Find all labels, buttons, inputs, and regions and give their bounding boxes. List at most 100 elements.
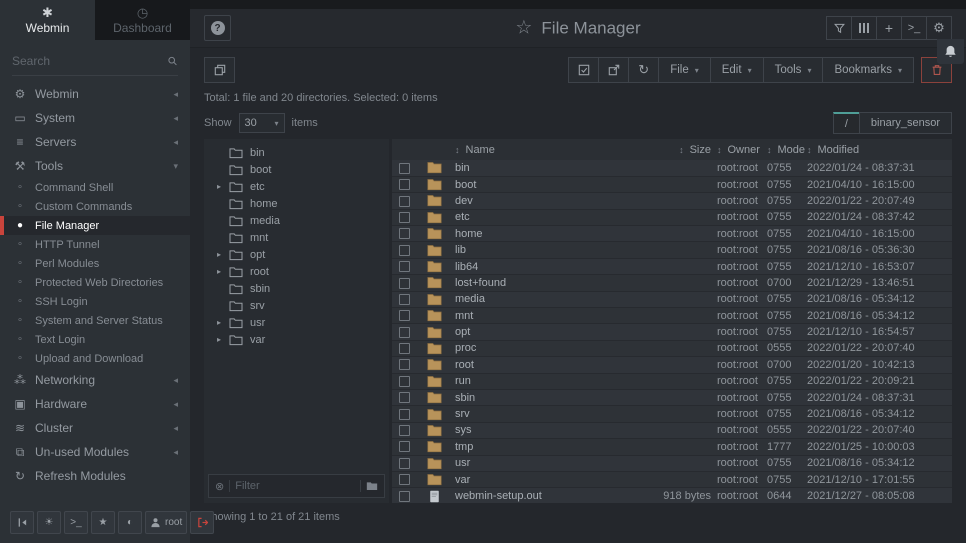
sort-icon[interactable]: ↕	[807, 145, 812, 155]
sidebar-menu-item[interactable]: ∘ Custom Commands	[0, 197, 190, 216]
tree-item[interactable]: ▸ var	[204, 331, 389, 348]
table-row[interactable]: lib root:root 0755 2021/08/16 - 05:36:30	[392, 242, 952, 258]
table-row[interactable]: home root:root 0755 2021/04/10 - 16:15:0…	[392, 226, 952, 242]
caret-right-icon[interactable]: ▸	[217, 335, 227, 344]
table-row[interactable]: tmp root:root 1777 2022/01/25 - 10:00:03	[392, 439, 952, 455]
table-row[interactable]: etc root:root 0755 2022/01/24 - 08:37:42	[392, 209, 952, 225]
sort-icon[interactable]: ↕	[767, 145, 772, 155]
tree-item[interactable]: ▸ root	[204, 263, 389, 280]
tree-item[interactable]: ▸ opt	[204, 246, 389, 263]
theme-toggle-button[interactable]: ☀	[37, 511, 61, 534]
sidebar-menu-item[interactable]: ⁂ ∘ Networking ◂	[0, 368, 190, 392]
folder-icon[interactable]	[366, 481, 378, 491]
sidebar-menu-item[interactable]: ∘ HTTP Tunnel	[0, 235, 190, 254]
edit-menu-button[interactable]: Edit ▾	[710, 57, 764, 83]
row-checkbox[interactable]	[399, 425, 410, 436]
path-segment-button[interactable]: binary_sensor	[859, 112, 952, 134]
sidebar-menu-item[interactable]: ● File Manager	[0, 216, 190, 235]
header-modified[interactable]: ↕Modified	[804, 139, 952, 160]
sidebar-menu-item[interactable]: ▭ ∘ System ◂	[0, 106, 190, 130]
tree-item[interactable]: mnt	[204, 229, 389, 246]
row-checkbox[interactable]	[399, 163, 410, 174]
user-button[interactable]: root	[145, 511, 187, 534]
row-checkbox[interactable]	[399, 310, 410, 321]
table-row[interactable]: sys root:root 0555 2022/01/22 - 20:07:40	[392, 422, 952, 438]
collapse-sidebar-button[interactable]	[10, 511, 34, 534]
filter-button[interactable]	[826, 16, 852, 40]
tree-item[interactable]: sbin	[204, 280, 389, 297]
sidebar-menu-item[interactable]: ▣ ∘ Hardware ◂	[0, 392, 190, 416]
sidebar-menu-item[interactable]: ↻ ∘ Refresh Modules	[0, 464, 190, 488]
table-row[interactable]: lib64 root:root 0755 2021/12/10 - 16:53:…	[392, 258, 952, 274]
select-all-button[interactable]	[568, 57, 599, 83]
table-row[interactable]: root root:root 0700 2022/01/20 - 10:42:1…	[392, 357, 952, 373]
row-checkbox[interactable]	[399, 392, 410, 403]
caret-right-icon[interactable]: ▸	[217, 267, 227, 276]
path-root-button[interactable]: /	[833, 112, 860, 134]
tab-dashboard[interactable]: ◷ Dashboard	[95, 0, 190, 40]
help-button[interactable]: ?	[204, 15, 231, 41]
table-row[interactable]: usr root:root 0755 2021/08/16 - 05:34:12	[392, 455, 952, 471]
table-row[interactable]: media root:root 0755 2021/08/16 - 05:34:…	[392, 291, 952, 307]
row-checkbox[interactable]	[399, 294, 410, 305]
table-row[interactable]: mnt root:root 0755 2021/08/16 - 05:34:12	[392, 308, 952, 324]
settings-button[interactable]: ⚙	[926, 16, 952, 40]
sidebar-menu-item[interactable]: ≋ ∘ Cluster ◂	[0, 416, 190, 440]
row-checkbox[interactable]	[399, 441, 410, 452]
tree-filter-input[interactable]	[235, 480, 355, 492]
tree-item[interactable]: boot	[204, 161, 389, 178]
sort-icon[interactable]: ↕	[717, 145, 722, 155]
tree-item[interactable]: ▸ usr	[204, 314, 389, 331]
tree-item[interactable]: ▸ etc	[204, 178, 389, 195]
table-row[interactable]: run root:root 0755 2022/01/22 - 20:09:21	[392, 373, 952, 389]
logout-button[interactable]	[190, 511, 214, 534]
row-checkbox[interactable]	[399, 359, 410, 370]
row-checkbox[interactable]	[399, 245, 410, 256]
tools-menu-button[interactable]: Tools ▾	[763, 57, 824, 83]
row-checkbox[interactable]	[399, 228, 410, 239]
header-mode[interactable]: ↕Mode	[764, 139, 804, 160]
sidebar-menu-item[interactable]: ∘ Upload and Download	[0, 349, 190, 368]
sidebar-menu-item[interactable]: ∘ Command Shell	[0, 178, 190, 197]
sort-icon[interactable]: ↕	[455, 145, 460, 155]
caret-right-icon[interactable]: ▸	[217, 318, 227, 327]
sidebar-menu-item[interactable]: ∘ Perl Modules	[0, 254, 190, 273]
row-checkbox[interactable]	[399, 196, 410, 207]
columns-button[interactable]	[851, 16, 877, 40]
tree-item[interactable]: home	[204, 195, 389, 212]
row-checkbox[interactable]	[399, 409, 410, 420]
table-row[interactable]: sbin root:root 0755 2022/01/24 - 08:37:3…	[392, 389, 952, 405]
table-row[interactable]: bin root:root 0755 2022/01/24 - 08:37:31	[392, 160, 952, 176]
refresh-button[interactable]: ↻	[628, 57, 659, 83]
row-checkbox[interactable]	[399, 458, 410, 469]
favorites-button[interactable]: ★	[91, 511, 115, 534]
table-row[interactable]: proc root:root 0555 2022/01/22 - 20:07:4…	[392, 340, 952, 356]
row-checkbox[interactable]	[399, 343, 410, 354]
caret-right-icon[interactable]: ▸	[217, 250, 227, 259]
tree-item[interactable]: media	[204, 212, 389, 229]
sidebar-menu-item[interactable]: ⧉ ∘ Un-used Modules ◂	[0, 440, 190, 464]
sidebar-menu-item[interactable]: ∘ Protected Web Directories	[0, 273, 190, 292]
language-button[interactable]: ◐	[118, 511, 142, 534]
table-row[interactable]: webmin-setup.out 918 bytes root:root 064…	[392, 488, 952, 503]
clear-filter-icon[interactable]: ⊗	[215, 480, 224, 493]
header-size[interactable]: ↕Size	[652, 139, 714, 160]
show-items-select[interactable]: 30 ▾	[239, 113, 285, 133]
sidebar-menu-item[interactable]: ⚒ ∘ Tools ▾	[0, 154, 190, 178]
tree-item[interactable]: srv	[204, 297, 389, 314]
table-row[interactable]: srv root:root 0755 2021/08/16 - 05:34:12	[392, 406, 952, 422]
sidebar-menu-item[interactable]: ∘ System and Server Status	[0, 311, 190, 330]
row-checkbox[interactable]	[399, 261, 410, 272]
add-button[interactable]: +	[876, 16, 902, 40]
sidebar-menu-item[interactable]: ⚙ ∘ Webmin ◂	[0, 82, 190, 106]
search-input[interactable]	[12, 54, 167, 68]
notifications-tab[interactable]	[937, 39, 964, 64]
sidebar-menu-item[interactable]: ≡ ∘ Servers ◂	[0, 130, 190, 154]
table-row[interactable]: boot root:root 0755 2021/04/10 - 16:15:0…	[392, 176, 952, 192]
switch-view-button[interactable]	[204, 57, 235, 83]
terminal-button[interactable]: >_	[64, 511, 88, 534]
row-checkbox[interactable]	[399, 278, 410, 289]
bookmarks-menu-button[interactable]: Bookmarks ▾	[822, 57, 914, 83]
row-checkbox[interactable]	[399, 474, 410, 485]
table-row[interactable]: opt root:root 0755 2021/12/10 - 16:54:57	[392, 324, 952, 340]
